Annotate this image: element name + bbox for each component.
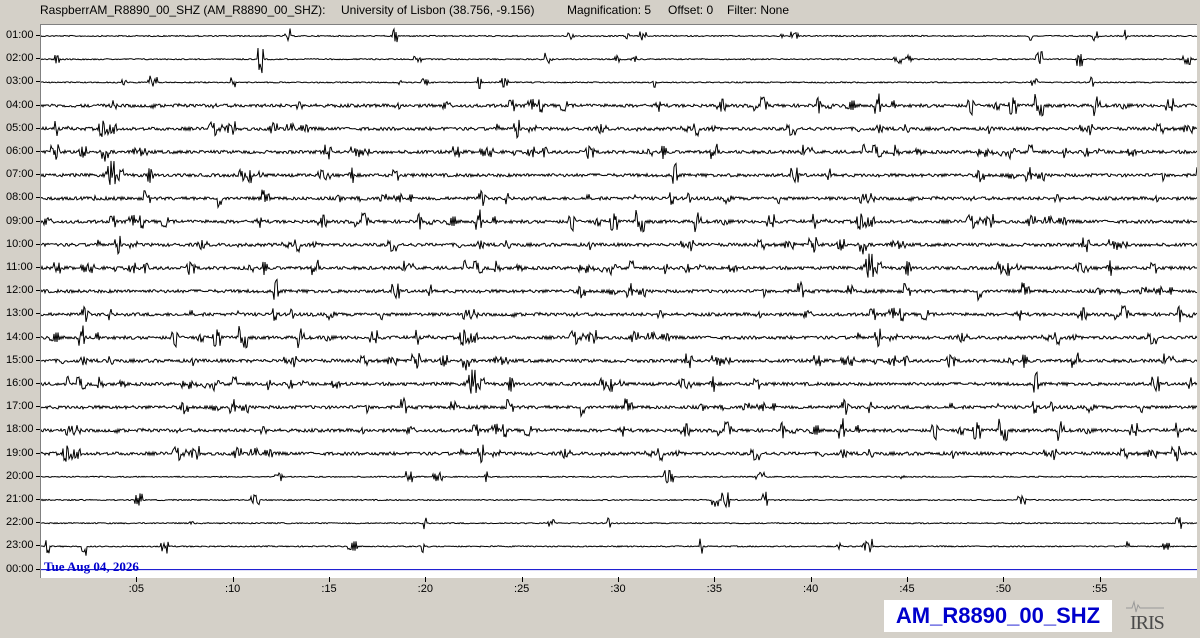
hour-label: 08:00 xyxy=(6,191,34,204)
trace-line xyxy=(41,469,1197,484)
trace-line xyxy=(41,491,1197,509)
minute-label: :30 xyxy=(610,583,626,595)
filter-text: Filter: None xyxy=(727,3,790,17)
iris-logo-text: IRIS xyxy=(1130,612,1165,634)
hour-label: 11:00 xyxy=(6,261,33,273)
trace-line xyxy=(41,444,1197,464)
minute-label: :05 xyxy=(128,583,144,595)
minute-tick xyxy=(521,577,523,582)
trace-line xyxy=(41,209,1197,233)
trace-line xyxy=(41,253,1197,278)
trace-line xyxy=(41,304,1197,323)
minute-axis: :05 :10 :15 :20 :25 :30 :35 :40 :45 :50 :55 xyxy=(40,577,1196,597)
trace-line xyxy=(41,189,1197,210)
minute-label: :40 xyxy=(803,583,819,595)
minute-tick xyxy=(425,577,427,582)
offset-text: Offset: 0 xyxy=(668,3,714,17)
minute-tick xyxy=(136,577,138,582)
hour-label: 06:00 xyxy=(6,145,34,157)
header-bar: RaspberrAM_R8890_00_SHZ (AM_R8890_00_SHZ… xyxy=(0,0,1200,20)
hour-label: 23:00 xyxy=(6,539,34,552)
minute-label: :50 xyxy=(995,583,1011,595)
minute-tick xyxy=(1003,577,1005,582)
trace-line xyxy=(41,278,1197,302)
hour-label: 05:00 xyxy=(6,121,34,134)
seismogram-traces xyxy=(41,27,1197,571)
location-text: University of Lisbon (38.756, -9.156) xyxy=(341,3,535,17)
date-label: Tue Aug 04, 2026 xyxy=(44,559,139,574)
minute-label: :25 xyxy=(514,583,530,595)
trace-line xyxy=(41,160,1197,185)
trace-line xyxy=(41,369,1197,394)
minute-label: :55 xyxy=(1092,583,1108,595)
minute-label: :15 xyxy=(321,583,337,595)
minute-label: :10 xyxy=(225,583,241,595)
station-badge: AM_R8890_00_SHZ xyxy=(884,600,1112,632)
minute-tick xyxy=(810,577,812,582)
minute-tick xyxy=(232,577,234,582)
hour-label: 07:00 xyxy=(6,168,34,181)
hour-label: 14:00 xyxy=(6,330,34,343)
minute-tick xyxy=(907,577,908,582)
trace-line xyxy=(41,143,1197,162)
hour-label: 15:00 xyxy=(6,353,34,366)
magnification-text: Magnification: 5 xyxy=(567,3,652,17)
hour-label: 10:00 xyxy=(6,237,34,250)
trace-line xyxy=(41,235,1197,256)
minute-tick xyxy=(714,577,716,582)
trace-line xyxy=(41,27,1197,43)
hour-label: 17:00 xyxy=(6,400,34,413)
hour-label: 16:00 xyxy=(6,377,34,389)
helicorder-plot xyxy=(40,24,1197,578)
trace-line xyxy=(41,47,1197,74)
minute-tick xyxy=(1099,577,1101,582)
trace-line xyxy=(41,119,1197,140)
hour-label: 21:00 xyxy=(6,493,34,505)
trace-line xyxy=(41,538,1197,556)
minute-label: :20 xyxy=(417,583,433,595)
hour-label: 00:00 xyxy=(6,562,34,575)
station-title: RaspberrAM_R8890_00_SHZ (AM_R8890_00_SHZ… xyxy=(40,3,326,17)
hour-label: 02:00 xyxy=(6,52,34,65)
hour-label: 19:00 xyxy=(6,446,34,459)
trace-line xyxy=(41,75,1197,90)
hour-label: 20:00 xyxy=(6,469,34,482)
hour-label: 04:00 xyxy=(6,98,34,111)
minute-tick xyxy=(618,577,619,582)
trace-line xyxy=(41,93,1197,117)
minute-label: :35 xyxy=(706,583,722,595)
hour-label: 18:00 xyxy=(6,423,34,436)
hour-label: 01:00 xyxy=(6,29,34,41)
hour-label: 03:00 xyxy=(6,75,34,88)
trace-line xyxy=(41,352,1197,371)
hour-label: 12:00 xyxy=(6,284,34,297)
minute-label: :45 xyxy=(899,583,915,595)
trace-line xyxy=(41,325,1197,349)
trace-line xyxy=(41,396,1197,418)
trace-line xyxy=(41,516,1197,530)
minute-tick xyxy=(329,577,330,582)
hour-label: 09:00 xyxy=(6,214,34,227)
trace-line xyxy=(41,418,1197,442)
hour-label: 22:00 xyxy=(6,516,34,529)
hour-label: 13:00 xyxy=(6,307,34,320)
